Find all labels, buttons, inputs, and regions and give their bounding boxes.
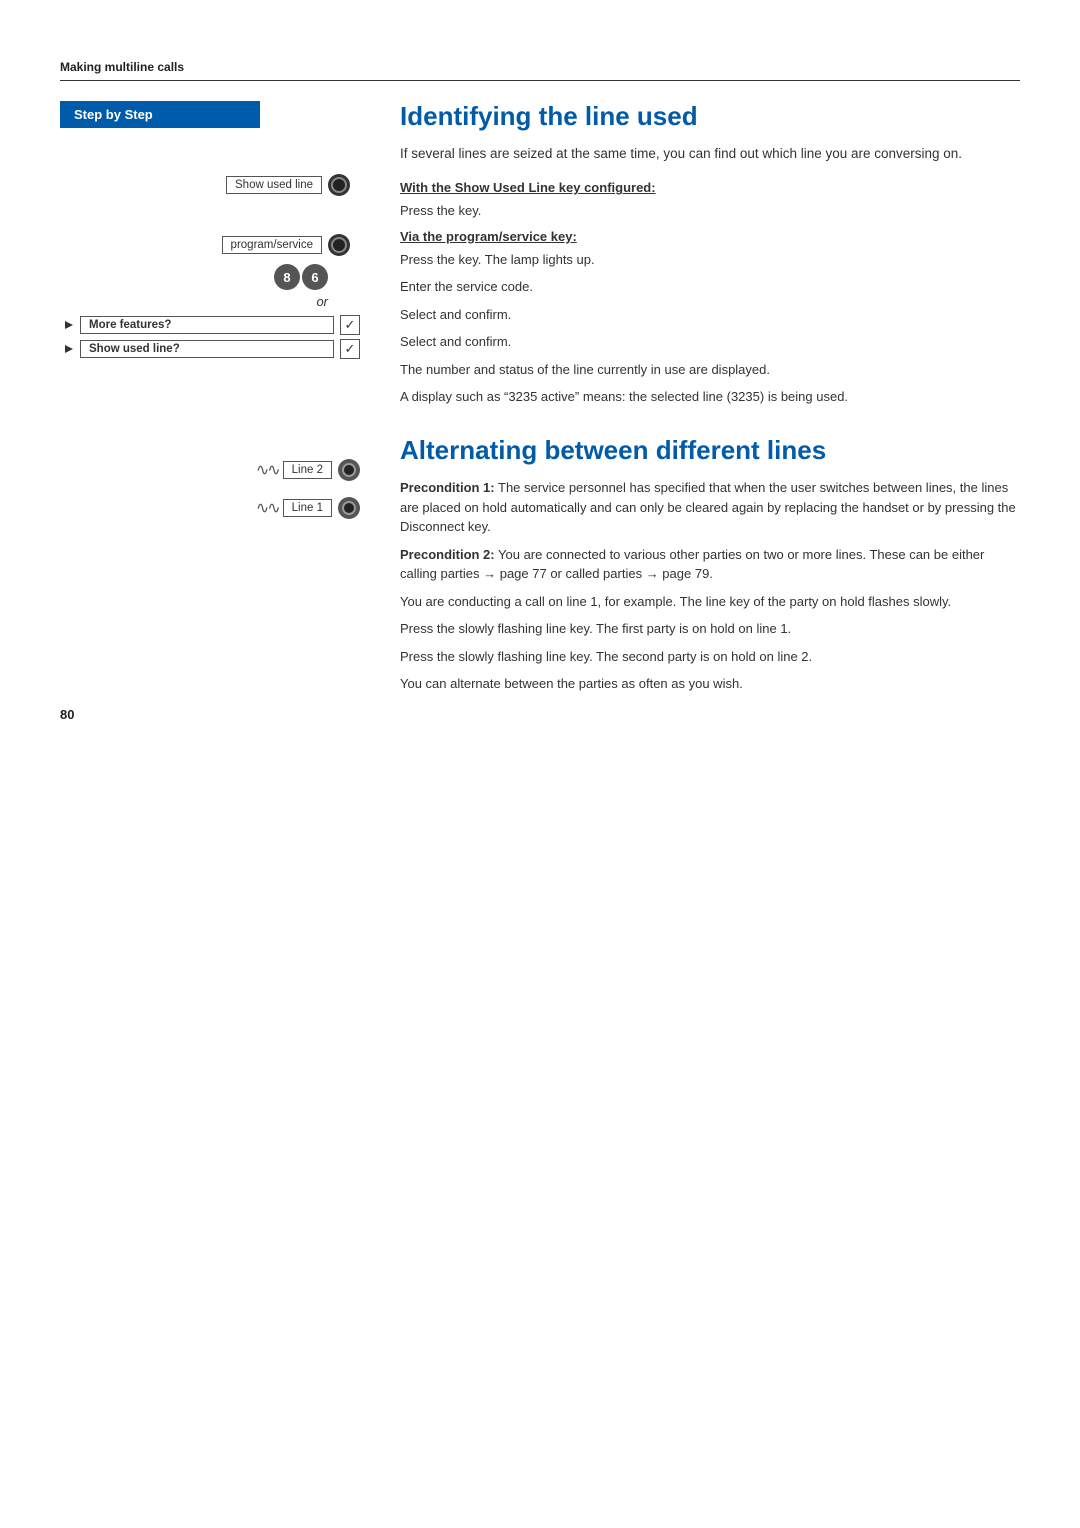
code-circle-6: 6 <box>302 264 328 290</box>
subsection1-title: With the Show Used Line key configured: <box>400 180 1020 195</box>
precondition1: Precondition 1: The service personnel ha… <box>400 478 1020 537</box>
left-panel: Step by Step Show used line program/serv… <box>60 101 370 702</box>
line1-label: Line 1 <box>283 499 332 517</box>
page-header: Making multiline calls <box>60 60 1020 81</box>
right-content: Identifying the line used If several lin… <box>370 101 1020 702</box>
menu-arrow-icon-2 <box>60 340 78 358</box>
menu-item-more-features[interactable]: More features? ✓ <box>60 315 360 335</box>
program-service-btn[interactable] <box>328 234 350 256</box>
btn-inner2 <box>331 237 347 253</box>
line2-btn-inner <box>342 463 356 477</box>
page-container: Making multiline calls Step by Step Show… <box>0 0 1080 762</box>
line1-btn[interactable] <box>338 497 360 519</box>
program-service-row: program/service <box>60 234 350 256</box>
section2-intro: You are conducting a call on line 1, for… <box>400 592 1020 612</box>
page-number: 80 <box>60 707 74 722</box>
line1-btn-inner <box>342 501 356 515</box>
show-used-line-btn[interactable] <box>328 174 350 196</box>
precondition1-label: Precondition 1: <box>400 480 495 495</box>
show-used-line-label: Show used line <box>226 176 322 194</box>
page-header-title: Making multiline calls <box>60 60 1020 74</box>
precondition2: Precondition 2: You are connected to var… <box>400 545 1020 584</box>
program-service-label: program/service <box>222 236 322 254</box>
menu-arrow-icon <box>60 316 78 334</box>
line2-row: ∿∿ Line 2 <box>60 459 360 481</box>
line1-row: ∿∿ Line 1 <box>60 497 360 519</box>
precondition2-label: Precondition 2: <box>400 547 495 562</box>
subsection2-step2: Enter the service code. <box>400 277 1020 297</box>
menu-checkbox-2: ✓ <box>340 339 360 359</box>
section2-outro: You can alternate between the parties as… <box>400 674 1020 694</box>
subsection2-step1: Press the key. The lamp lights up. <box>400 250 1020 270</box>
show-used-line-row: Show used line <box>60 174 350 196</box>
code-row: 8 6 <box>60 264 328 290</box>
menu-step2: Select and confirm. <box>400 332 1020 352</box>
menu-item-show-used-line[interactable]: Show used line? ✓ <box>60 339 360 359</box>
main-layout: Step by Step Show used line program/serv… <box>60 101 1020 702</box>
section1-title: Identifying the line used <box>400 101 1020 132</box>
section2-title: Alternating between different lines <box>400 435 1020 466</box>
step-by-step-box: Step by Step <box>60 101 260 128</box>
menu-item-show-used-line-label: Show used line? <box>80 340 334 358</box>
flash-icon-line1: ∿∿ <box>256 498 279 518</box>
section1-intro: If several lines are seized at the same … <box>400 144 1020 164</box>
subsection1-step1: Press the key. <box>400 201 1020 221</box>
line2-label: Line 2 <box>283 461 332 479</box>
section1-result2: A display such as “3235 active” means: t… <box>400 387 1020 407</box>
code-circle-8: 8 <box>274 264 300 290</box>
menu-checkbox-1: ✓ <box>340 315 360 335</box>
menu-item-more-features-label: More features? <box>80 316 334 334</box>
subsection2-title: Via the program/service key: <box>400 229 1020 244</box>
or-row: or <box>60 294 328 309</box>
step-line1: Press the slowly flashing line key. The … <box>400 647 1020 667</box>
header-divider <box>60 80 1020 81</box>
btn-inner <box>331 177 347 193</box>
flash-icon-line2: ∿∿ <box>256 460 279 480</box>
menu-step1: Select and confirm. <box>400 305 1020 325</box>
line2-btn[interactable] <box>338 459 360 481</box>
step-line2: Press the slowly flashing line key. The … <box>400 619 1020 639</box>
line-section: ∿∿ Line 2 ∿∿ Line 1 <box>60 459 360 519</box>
or-text: or <box>316 294 328 309</box>
section1-result1: The number and status of the line curren… <box>400 360 1020 380</box>
